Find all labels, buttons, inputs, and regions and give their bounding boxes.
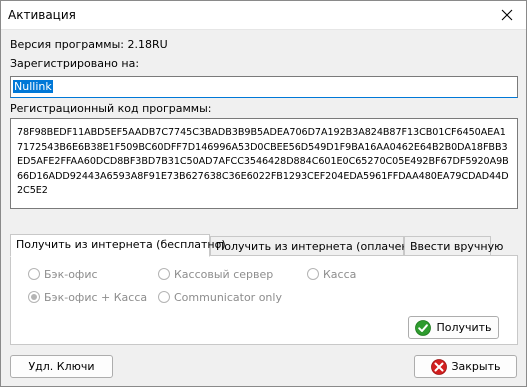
tab-internet-paid[interactable]: Получить из интернета (оплачено) xyxy=(210,236,420,256)
radio-backoffice[interactable]: Бэк-офис xyxy=(28,268,98,281)
radio-backoffice-label: Бэк-офис xyxy=(44,268,98,281)
radio-backoffice-kassa-label: Бэк-офис + Касса xyxy=(44,291,148,304)
red-no-entry-icon xyxy=(430,358,447,375)
green-checkmark-icon xyxy=(415,319,432,336)
radio-kassa[interactable]: Касса xyxy=(307,268,356,281)
tab-manual-entry[interactable]: Ввести вручную xyxy=(404,236,503,256)
registered-label: Зарегистрировано на: xyxy=(10,57,140,70)
radio-backoffice-kassa[interactable]: Бэк-офис + Касса xyxy=(28,291,147,304)
window-title: Активация xyxy=(8,8,76,22)
radio-cash-server-label: Кассовый сервер xyxy=(174,268,274,281)
registered-to-value: Nullink xyxy=(13,80,53,93)
remove-keys-button[interactable]: Удл. Ключи xyxy=(10,355,113,378)
version-label: Версия программы: 2.18RU xyxy=(10,38,168,51)
radio-cash-server[interactable]: Кассовый сервер xyxy=(158,268,273,281)
radio-dot-checked xyxy=(28,291,40,303)
tab-internet-free[interactable]: Получить из интернета (бесплатно) xyxy=(10,234,226,257)
radio-communicator-label: Communicator only xyxy=(174,291,282,304)
remove-keys-button-label: Удл. Ключи xyxy=(28,360,95,373)
close-icon[interactable] xyxy=(496,5,518,25)
radio-dot xyxy=(158,291,170,303)
radio-kassa-label: Касса xyxy=(323,268,357,281)
activation-dialog: Активация Версия программы: 2.18RU Зарег… xyxy=(0,0,527,387)
radio-dot xyxy=(28,268,40,280)
close-button-label: Закрыть xyxy=(451,360,501,373)
get-button-label: Получить xyxy=(436,321,492,334)
radio-dot xyxy=(307,268,319,280)
title-bar: Активация xyxy=(1,1,526,30)
radio-communicator[interactable]: Communicator only xyxy=(158,291,282,304)
registered-to-input[interactable]: Nullink xyxy=(10,76,518,98)
registration-code-field[interactable]: 78F98BEDF11ABD5EF5AADB7C7745C3BADB3B9B5A… xyxy=(10,118,518,209)
close-button[interactable]: Закрыть xyxy=(414,355,517,378)
radio-dot xyxy=(158,268,170,280)
code-label: Регистрационный код программы: xyxy=(10,102,212,115)
get-button[interactable]: Получить xyxy=(408,316,499,339)
tab-panel: Бэк-офис Кассовый сервер Касса Бэк-офис … xyxy=(10,255,518,345)
